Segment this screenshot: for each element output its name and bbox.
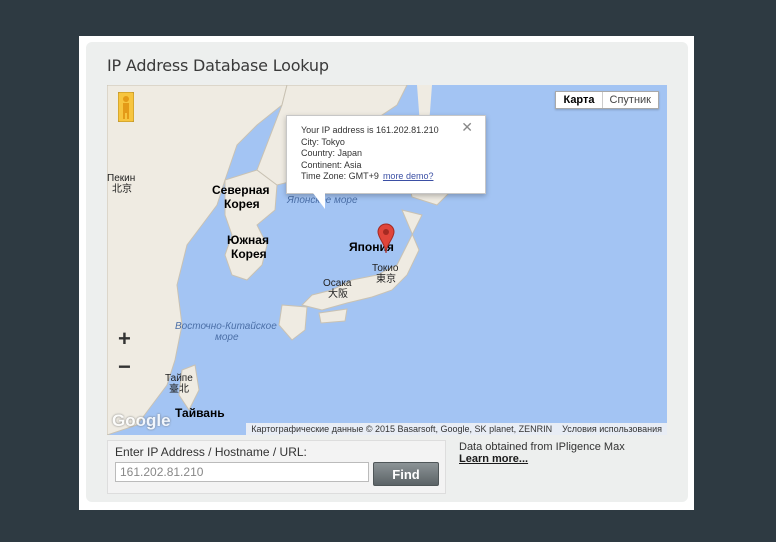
info-timezone: Time Zone: GMT+9 [301, 171, 379, 181]
lookup-label: Enter IP Address / Hostname / URL: [115, 445, 307, 459]
page-frame: IP Address Database Lookup Карта Спутник… [79, 36, 694, 510]
close-icon[interactable]: ✕ [461, 120, 473, 133]
info-city: City: Tokyo [301, 136, 345, 147]
info-window-tail [313, 193, 325, 209]
ip-address-input[interactable] [115, 462, 369, 482]
pegman-icon[interactable] [118, 92, 134, 122]
ip-info-window: ✕ Your IP address is 161.202.81.210 City… [286, 115, 486, 194]
map-type-satellite-button[interactable]: Спутник [603, 92, 658, 108]
data-source-text: Data obtained from IPligence Max [459, 441, 625, 453]
map-terms-link[interactable]: Условия использования [562, 424, 662, 434]
google-logo: Google [112, 411, 171, 430]
lookup-card: IP Address Database Lookup Карта Спутник… [86, 42, 688, 502]
map-label-north-korea: Северная Корея [212, 183, 270, 211]
lookup-form: Enter IP Address / Hostname / URL: Find [107, 440, 446, 494]
find-button[interactable]: Find [373, 462, 439, 486]
data-source: Data obtained from IPligence Max Learn m… [459, 441, 625, 465]
zoom-out-button[interactable]: − [118, 356, 131, 378]
location-pin-icon[interactable] [377, 223, 395, 255]
page-title: IP Address Database Lookup [107, 56, 329, 75]
map-attribution-text: Картографические данные © 2015 Basarsoft… [251, 424, 553, 434]
map-label-tokyo: Токио 東京 [372, 263, 399, 285]
info-timezone-row: Time Zone: GMT+9 more demo? [301, 171, 485, 183]
map-label-taiwan: Тайвань [175, 406, 225, 420]
map-label-south-korea: Южная Корея [227, 233, 269, 261]
info-ip-line: Your IP address is 161.202.81.210 [301, 125, 439, 135]
map-type-map-button[interactable]: Карта [556, 92, 603, 108]
map-view[interactable]: Карта Спутник + − Северная Корея Южная Кор… [107, 85, 667, 435]
info-country: Country: Japan [301, 148, 363, 158]
map-label-osaka: Осака 大阪 [323, 278, 352, 300]
learn-more-link[interactable]: Learn more... [459, 453, 528, 465]
map-label-beijing: Пекин 北京 [107, 173, 136, 195]
map-type-control: Карта Спутник [555, 91, 659, 109]
zoom-in-button[interactable]: + [118, 328, 131, 350]
map-attribution: Картографические данные © 2015 Basarsoft… [246, 423, 667, 435]
map-label-east-china-sea: Восточно-Китайское море [175, 321, 277, 343]
info-continent: Continent: Asia [301, 159, 362, 170]
more-demo-link[interactable]: more demo? [383, 171, 434, 181]
map-label-taipei: Тайпе 臺北 [165, 373, 193, 395]
